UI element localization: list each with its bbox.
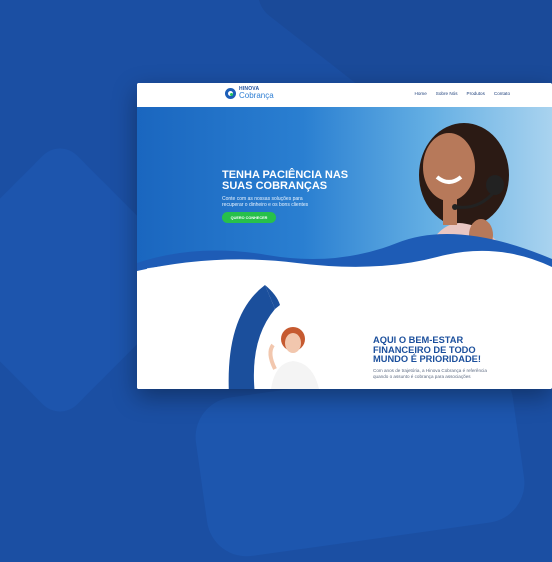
about-photo-woman — [268, 327, 319, 389]
hero-title: TENHA PACIÊNCIA NAS SUAS COBRANÇAS — [222, 169, 349, 192]
about-section: AQUI O BEM-ESTAR FINANCEIRO DE TODO MUND… — [137, 277, 552, 389]
hinova-logo[interactable]: HINOVA Cobrança — [225, 87, 274, 100]
nav-item-contato[interactable]: Contato — [494, 91, 510, 96]
about-text: Com anos de trajetória, a Hinova Cobranç… — [373, 368, 487, 379]
top-navigation: HINOVA Cobrança Home Sobre Nós Produtos … — [137, 83, 552, 107]
hero-subtitle: Conte com as nossas soluções para recupe… — [222, 196, 309, 208]
website-preview: HINOVA Cobrança Home Sobre Nós Produtos … — [137, 83, 552, 389]
about-title: AQUI O BEM-ESTAR FINANCEIRO DE TODO MUND… — [373, 335, 481, 364]
nav-menu: Home Sobre Nós Produtos Contato — [415, 91, 510, 96]
logo-bottom-text: Cobrança — [239, 91, 274, 100]
nav-item-home[interactable]: Home — [415, 91, 427, 96]
quero-conhecer-button[interactable]: QUERO CONHECER — [222, 212, 276, 223]
nav-item-sobre-nos[interactable]: Sobre Nós — [436, 91, 458, 96]
logo-mark-icon — [225, 88, 236, 99]
nav-item-produtos[interactable]: Produtos — [467, 91, 485, 96]
